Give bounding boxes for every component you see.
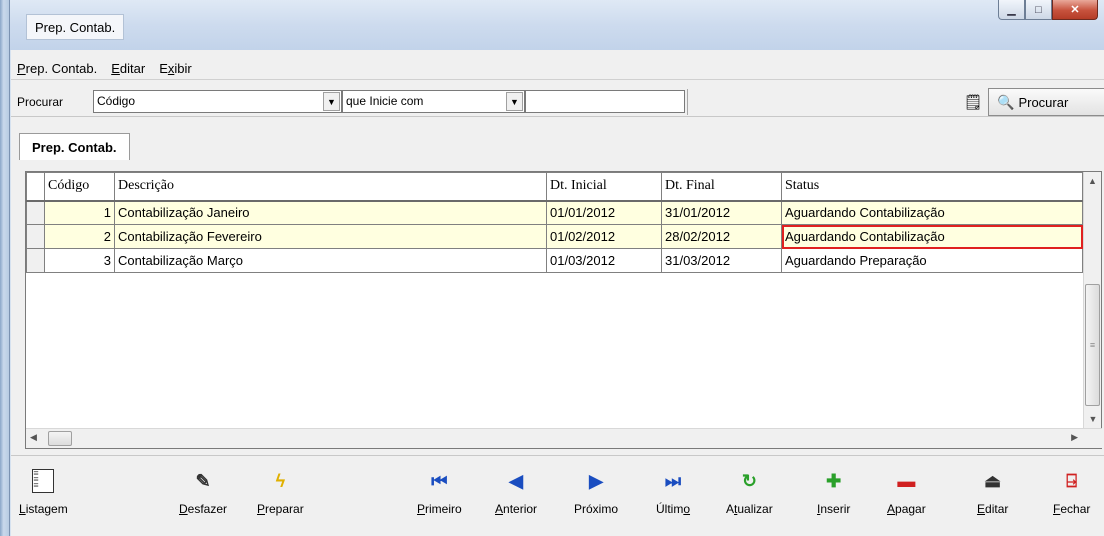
toolbar-separator <box>687 89 688 115</box>
binoculars-icon: 🔍 <box>997 93 1015 110</box>
eject-icon: ⏏ <box>984 470 1002 491</box>
lightning-icon: ϟ <box>275 470 286 491</box>
editar-button[interactable]: ⏏ Editar <box>977 466 1008 517</box>
column-header-dt-inicial[interactable]: Dt. Inicial <box>546 172 662 202</box>
window-frame: Prep. Contab. ▁ □ ✕ Prep. Contab. Editar… <box>0 0 1104 536</box>
tab-prep-contab[interactable]: Prep. Contab. <box>19 133 130 160</box>
proximo-button[interactable]: ▶ Próximo <box>574 466 618 517</box>
row-indicator[interactable] <box>26 200 45 225</box>
grid-table: Código Descrição Dt. Inicial Dt. Final S… <box>26 172 1083 273</box>
search-button[interactable]: 🔍 Procurar <box>988 88 1104 116</box>
cell-status-highlighted[interactable]: Aguardando Contabilização <box>781 224 1083 249</box>
cell-end-date[interactable]: 31/01/2012 <box>661 200 782 225</box>
cell-status[interactable]: Aguardando Contabilização <box>781 200 1083 225</box>
atualizar-button[interactable]: ↻ Atualizar <box>726 466 773 517</box>
title-bar: Prep. Contab. ▁ □ ✕ <box>10 0 1104 50</box>
horizontal-scroll-thumb[interactable] <box>48 431 72 446</box>
scroll-down-icon[interactable]: ▼ <box>1084 410 1102 428</box>
chevron-down-icon[interactable]: ▼ <box>323 92 340 111</box>
minimize-button[interactable]: ▁ <box>998 0 1025 20</box>
cell-start-date[interactable]: 01/01/2012 <box>546 200 662 225</box>
maximize-icon: □ <box>1035 3 1042 16</box>
column-header-dt-final[interactable]: Dt. Final <box>661 172 782 202</box>
vertical-scroll-thumb[interactable]: ≡ <box>1085 284 1100 406</box>
column-header-descricao[interactable]: Descrição <box>114 172 547 202</box>
window-controls: ▁ □ ✕ <box>998 0 1098 22</box>
menu-exibir[interactable]: Exibir <box>159 61 192 76</box>
window-client: Prep. Contab. Editar Exibir Procurar Cód… <box>11 50 1104 536</box>
window-title: Prep. Contab. <box>26 14 125 40</box>
plus-icon: ✚ <box>826 470 842 491</box>
search-input[interactable] <box>525 90 685 113</box>
cell-description[interactable]: Contabilização Fevereiro <box>114 224 547 249</box>
scroll-up-icon[interactable]: ▲ <box>1084 172 1101 190</box>
grid-header-row: Código Descrição Dt. Inicial Dt. Final S… <box>26 172 1083 202</box>
menu-bar: Prep. Contab. Editar Exibir <box>11 58 1104 80</box>
preparar-button[interactable]: ϟ Preparar <box>257 466 304 517</box>
cell-end-date[interactable]: 31/03/2012 <box>661 248 782 273</box>
close-button[interactable]: ✕ <box>1052 0 1098 20</box>
vertical-scrollbar[interactable]: ▲ ≡ ▼ <box>1083 172 1101 448</box>
row-indicator[interactable] <box>26 224 45 249</box>
cell-start-date[interactable]: 01/03/2012 <box>546 248 662 273</box>
refresh-icon: ↻ <box>741 470 757 491</box>
table-row[interactable]: 3 Contabilização Março 01/03/2012 31/03/… <box>26 248 1083 273</box>
window-left-border <box>0 0 10 536</box>
eraser-icon: ✎ <box>195 470 211 491</box>
exit-door-icon: ⍈ <box>1066 470 1078 491</box>
table-row[interactable]: 2 Contabilização Fevereiro 01/02/2012 28… <box>26 224 1083 249</box>
cell-start-date[interactable]: 01/02/2012 <box>546 224 662 249</box>
next-record-icon: ▶ <box>589 470 603 491</box>
maximize-button[interactable]: □ <box>1025 0 1052 20</box>
close-icon: ✕ <box>1070 4 1080 16</box>
minimize-icon: ▁ <box>1007 4 1016 16</box>
primeiro-button[interactable]: ⏮ Primeiro <box>417 466 462 517</box>
data-grid: Código Descrição Dt. Inicial Dt. Final S… <box>25 171 1102 449</box>
action-toolbar: ≡ ≡ ≡ Listagem ✎ Desfazer ϟ Preparar ⏮ Pri… <box>11 455 1104 536</box>
listagem-button[interactable]: ≡ ≡ ≡ Listagem <box>19 466 68 517</box>
minus-icon: ▬ <box>897 470 916 491</box>
menu-prep-contab[interactable]: Prep. Contab. <box>17 61 97 76</box>
cell-code[interactable]: 3 <box>44 248 115 273</box>
cell-end-date[interactable]: 28/02/2012 <box>661 224 782 249</box>
scroll-left-icon[interactable]: ◀ <box>30 432 37 443</box>
filter-options-icon[interactable]: 🗒 <box>963 92 983 112</box>
row-indicator[interactable] <box>26 248 45 273</box>
column-header-status[interactable]: Status <box>781 172 1083 202</box>
desfazer-button[interactable]: ✎ Desfazer <box>179 466 227 517</box>
cell-code[interactable]: 2 <box>44 224 115 249</box>
tab-strip: Prep. Contab. <box>19 133 130 160</box>
first-record-icon: ⏮ <box>431 470 448 491</box>
previous-record-icon: ◀ <box>509 470 523 491</box>
last-record-icon: ⏭ <box>664 470 682 491</box>
search-bar: Procurar Código ▼ que Inicie com ▼ 🗒 🔍 P… <box>11 83 1104 117</box>
cell-description[interactable]: Contabilização Janeiro <box>114 200 547 225</box>
cell-code[interactable]: 1 <box>44 200 115 225</box>
apagar-button[interactable]: ▬ Apagar <box>887 466 926 517</box>
search-label: Procurar <box>17 95 64 109</box>
table-row[interactable]: 1 Contabilização Janeiro 01/01/2012 31/0… <box>26 200 1083 225</box>
cell-status[interactable]: Aguardando Preparação <box>781 248 1083 273</box>
scroll-right-icon[interactable]: ▶ <box>1071 432 1078 443</box>
report-icon: ≡ ≡ ≡ <box>32 466 55 496</box>
chevron-down-icon[interactable]: ▼ <box>506 92 523 111</box>
search-condition-select[interactable]: que Inicie com ▼ <box>342 90 525 113</box>
inserir-button[interactable]: ✚ Inserir <box>817 466 850 517</box>
search-field-select[interactable]: Código ▼ <box>93 90 342 113</box>
column-header-codigo[interactable]: Código <box>44 172 115 202</box>
fechar-button[interactable]: ⍈ Fechar <box>1053 466 1090 517</box>
row-indicator-header <box>26 172 45 202</box>
cell-description[interactable]: Contabilização Março <box>114 248 547 273</box>
ultimo-button[interactable]: ⏭ Último <box>656 466 690 517</box>
horizontal-scrollbar[interactable]: ◀ ▶ <box>26 428 1102 448</box>
menu-editar[interactable]: Editar <box>111 61 145 76</box>
anterior-button[interactable]: ◀ Anterior <box>495 466 537 517</box>
